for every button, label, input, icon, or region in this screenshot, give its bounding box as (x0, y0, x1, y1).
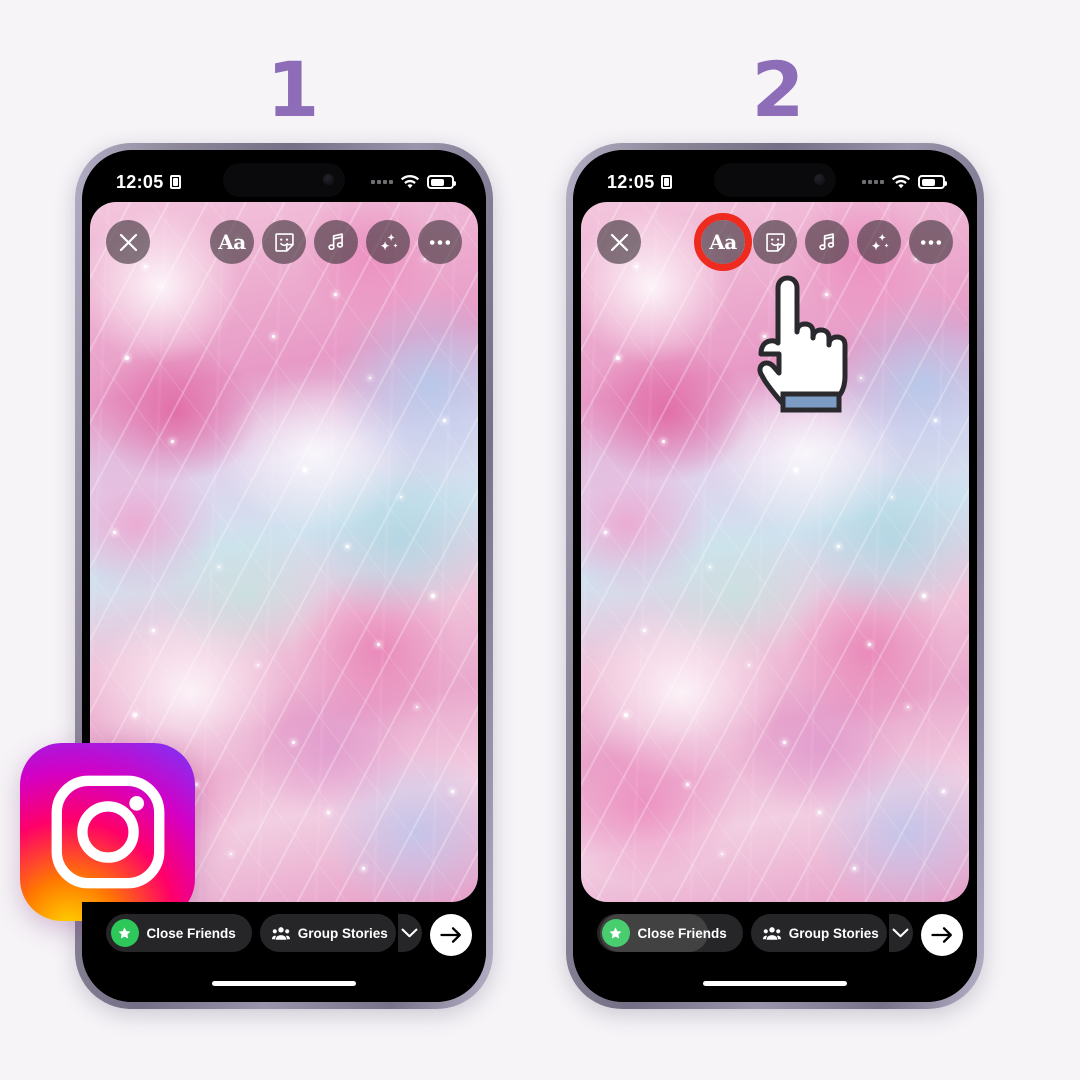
effects-tool-button[interactable] (857, 220, 901, 264)
sparkles-icon (380, 232, 398, 251)
instagram-logo (20, 743, 195, 921)
group-stories-label: Group Stories (788, 925, 879, 941)
step-number-2: 2 (751, 45, 805, 134)
music-note-icon (819, 233, 835, 250)
close-friends-button[interactable]: Close Friends (596, 914, 743, 952)
wifi-icon (400, 174, 420, 188)
pointing-hand-cursor (757, 275, 848, 413)
wifi-icon (891, 174, 911, 188)
music-tool-button[interactable] (314, 220, 358, 264)
star-icon (601, 919, 630, 947)
signal-dots-icon (862, 180, 884, 184)
ellipsis-icon (429, 239, 451, 245)
chevron-down-icon (892, 928, 909, 938)
status-time: 12:05 (607, 171, 655, 192)
signal-dots-icon (371, 180, 393, 184)
music-tool-button[interactable] (805, 220, 849, 264)
story-tools-group: Aa (210, 220, 462, 264)
close-icon (610, 233, 628, 251)
sticker-smiley-icon (765, 232, 785, 252)
sticker-tool-button[interactable] (262, 220, 306, 264)
group-stories-button[interactable]: Group Stories (750, 914, 887, 952)
music-note-icon (328, 233, 344, 250)
arrow-right-icon (440, 927, 461, 943)
battery-icon (427, 175, 456, 189)
status-time-group: 12:05 (607, 172, 672, 193)
group-stories-button[interactable]: Group Stories (259, 914, 396, 952)
close-button[interactable] (597, 220, 641, 264)
tutorial-canvas: 1 2 12:05 Aa Close Friends Group Stories… (0, 0, 1080, 1080)
phone-mockup-step-2: 12:05 Aa Close Friends Group Stories (566, 143, 984, 1009)
battery-icon (918, 175, 947, 189)
home-indicator (212, 980, 356, 986)
story-bottom-bar: Close Friends Group Stories (82, 902, 486, 1002)
status-time: 12:05 (116, 171, 164, 192)
dynamic-island (223, 163, 345, 197)
text-aa-icon: Aa (709, 230, 737, 254)
story-bottom-bar: Close Friends Group Stories (573, 902, 977, 1002)
text-tool-button[interactable]: Aa (210, 220, 254, 264)
group-stories-label: Group Stories (297, 925, 388, 941)
story-top-toolbar: Aa (581, 213, 969, 271)
text-tool-button[interactable]: Aa (694, 213, 752, 271)
dynamic-island (714, 163, 836, 197)
story-preview-canvas[interactable]: Aa (581, 202, 969, 902)
chevron-down-icon (401, 928, 418, 938)
star-icon (110, 919, 139, 947)
step-number-1: 1 (266, 45, 320, 134)
home-indicator (703, 980, 847, 986)
instagram-glyph-icon (51, 775, 164, 889)
arrow-right-icon (931, 927, 952, 943)
audience-dropdown-button[interactable] (395, 914, 422, 952)
status-indicators (862, 174, 947, 190)
story-top-toolbar: Aa (90, 220, 478, 264)
phone-screen: 12:05 Aa Close Friends Group Stories (573, 150, 977, 1002)
audience-dropdown-button[interactable] (886, 914, 913, 952)
send-story-button[interactable] (430, 914, 472, 956)
status-indicators (371, 174, 456, 190)
phone-bezel: 12:05 Aa Close Friends Group Stories (573, 150, 977, 1002)
more-options-button[interactable] (909, 220, 953, 264)
sim-card-icon (660, 175, 672, 189)
text-aa-icon: Aa (218, 230, 246, 254)
more-options-button[interactable] (418, 220, 462, 264)
group-people-icon (762, 927, 781, 940)
close-friends-label: Close Friends (146, 925, 236, 941)
close-friends-label: Close Friends (637, 925, 727, 941)
close-icon (119, 233, 137, 251)
sticker-smiley-icon (274, 232, 294, 252)
sticker-tool-button[interactable] (753, 220, 797, 264)
group-people-icon (271, 927, 290, 940)
story-tools-group: Aa (694, 213, 953, 271)
ellipsis-icon (920, 239, 942, 245)
status-time-group: 12:05 (116, 172, 181, 193)
close-button[interactable] (106, 220, 150, 264)
close-friends-button[interactable]: Close Friends (105, 914, 252, 952)
send-story-button[interactable] (921, 914, 963, 956)
effects-tool-button[interactable] (366, 220, 410, 264)
sim-card-icon (169, 175, 181, 189)
sparkles-icon (871, 232, 889, 251)
